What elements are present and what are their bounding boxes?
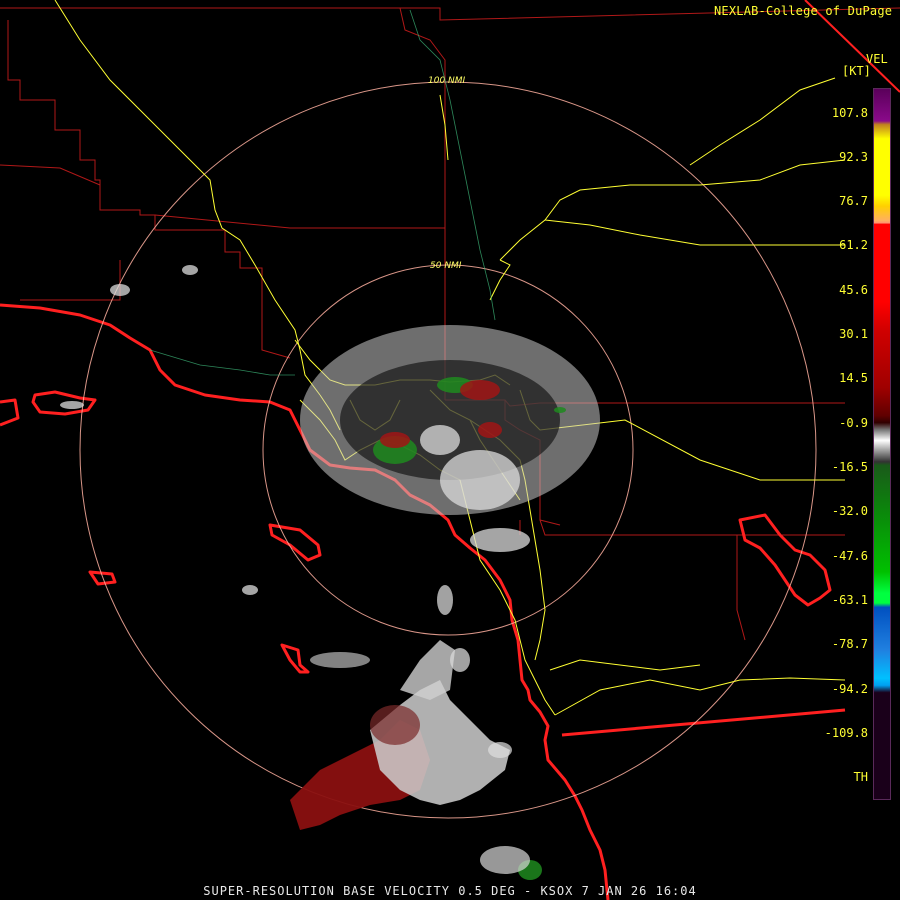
legend-tick: -63.1 — [831, 593, 868, 607]
legend-tick: 45.6 — [839, 283, 868, 297]
legend-tick: 76.7 — [839, 194, 868, 208]
credit-label: NEXLAB-College of DuPage ⇱ — [714, 4, 900, 18]
minor-road — [409, 9, 496, 321]
minor-road-west — [149, 349, 295, 376]
legend-tick: 92.3 — [839, 150, 868, 164]
county-boundaries — [0, 7, 900, 641]
legend-tick: 61.2 — [839, 238, 868, 252]
legend-tick: 14.5 — [839, 371, 868, 385]
product-caption: SUPER-RESOLUTION BASE VELOCITY 0.5 DEG -… — [203, 884, 697, 898]
legend-tick: TH — [853, 770, 868, 784]
legend-tick: -109.8 — [824, 726, 868, 740]
legend-tick: -94.2 — [831, 682, 868, 696]
legend-tick: -47.6 — [831, 549, 868, 563]
legend-unit: [KT] — [842, 64, 871, 78]
legend-tick: 30.1 — [839, 327, 868, 341]
legend-tick: -16.5 — [831, 460, 868, 474]
velocity-colorbar — [873, 88, 891, 800]
legend-tick: 107.8 — [831, 106, 868, 120]
radar-map[interactable]: 100 NMI 50 NMI — [0, 0, 900, 900]
ring-label-100: 100 NMI — [428, 76, 466, 86]
legend-tick: -0.9 — [839, 416, 868, 430]
legend-tick: -78.7 — [831, 637, 868, 651]
offshore-echoes — [290, 585, 530, 874]
radar-echoes — [60, 265, 600, 880]
credit-text: NEXLAB-College of DuPage — [714, 4, 893, 18]
ring-label-50: 50 NMI — [430, 261, 462, 271]
legend-tick: -32.0 — [831, 504, 868, 518]
